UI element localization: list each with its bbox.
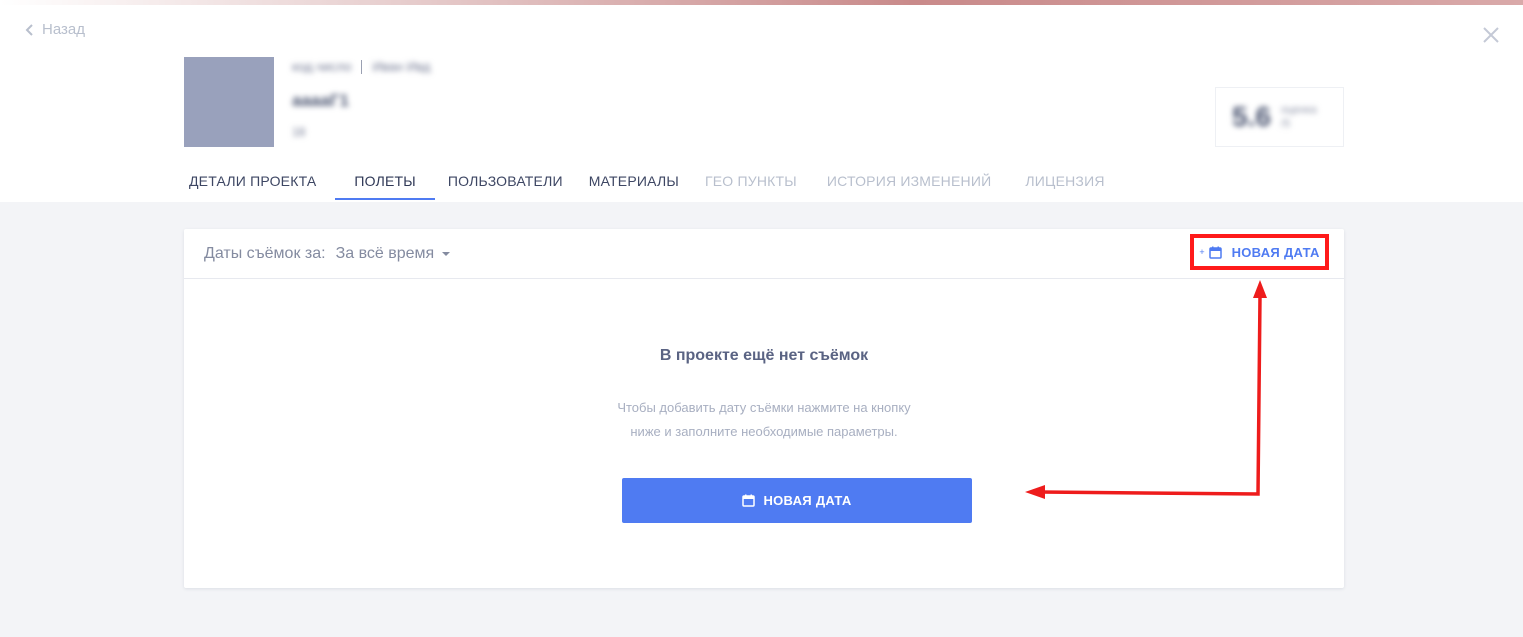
rating-box: 5.6 оценка /5 [1215, 87, 1344, 147]
period-select[interactable]: За всё время [336, 245, 451, 263]
rating-value: 5.6 [1232, 101, 1271, 132]
tab-change-history[interactable]: ИСТОРИЯ ИЗМЕНЕНИЙ [814, 162, 1005, 202]
caret-down-icon [442, 252, 451, 256]
tab-geo-points[interactable]: ГЕО ПУНКТЫ [692, 162, 810, 202]
back-link[interactable]: Назад [24, 21, 85, 38]
calendar-icon [742, 494, 756, 507]
close-icon[interactable] [1481, 25, 1501, 45]
new-date-button[interactable]: НОВАЯ ДАТА [622, 478, 972, 523]
project-name: ааааГ1 [292, 91, 349, 110]
period-select-value: За всё время [335, 245, 435, 262]
tab-users[interactable]: ПОЛЬЗОВАТЕЛИ [435, 162, 576, 202]
back-label: Назад [42, 21, 85, 38]
project-header: Назад код.число Иван Ивд ааааГ1 18 5.6 о… [0, 5, 1523, 202]
card-toolbar: Даты съёмок за: За всё время + НОВАЯ ДАТ… [184, 229, 1344, 279]
new-date-button-top[interactable]: + НОВАЯ ДАТА [1190, 234, 1329, 270]
date-filter: Даты съёмок за: За всё время [204, 245, 451, 263]
empty-state-text: Чтобы добавить дату съёмки нажмите на кн… [614, 396, 914, 444]
calendar-icon [1208, 246, 1222, 259]
filter-label: Даты съёмок за: [204, 245, 326, 262]
rating-caption-1: оценка [1280, 104, 1317, 116]
project-meta-left: код.число [292, 59, 352, 74]
new-date-button-label: НОВАЯ ДАТА [763, 493, 852, 508]
tab-project-details[interactable]: ДЕТАЛИ ПРОЕКТА [176, 162, 329, 202]
project-subtitle: 18 [292, 125, 306, 139]
project-thumbnail [184, 57, 274, 147]
rating-caption-2: /5 [1280, 118, 1291, 130]
meta-divider [361, 59, 363, 74]
empty-state-line-2: ниже и заполните необходимые параметры. [630, 424, 898, 439]
tab-materials[interactable]: МАТЕРИАЛЫ [576, 162, 692, 202]
flights-card: Даты съёмок за: За всё время + НОВАЯ ДАТ… [184, 229, 1344, 588]
new-date-label-top: НОВАЯ ДАТА [1231, 244, 1320, 260]
empty-state-title: В проекте ещё нет съёмок [659, 347, 869, 364]
chevron-left-icon [25, 23, 33, 36]
project-tabs: ДЕТАЛИ ПРОЕКТА ПОЛЕТЫ ПОЛЬЗОВАТЕЛИ МАТЕР… [176, 162, 1118, 202]
project-meta-right: Иван Ивд [372, 59, 431, 74]
project-meta: код.число Иван Ивд [292, 59, 430, 74]
plus-icon: + [1199, 247, 1205, 257]
rating-caption: оценка /5 [1281, 103, 1317, 131]
tab-license[interactable]: ЛИЦЕНЗИЯ [1012, 162, 1117, 202]
empty-state-line-1: Чтобы добавить дату съёмки нажмите на кн… [617, 400, 911, 415]
tab-flights[interactable]: ПОЛЕТЫ [335, 162, 436, 202]
